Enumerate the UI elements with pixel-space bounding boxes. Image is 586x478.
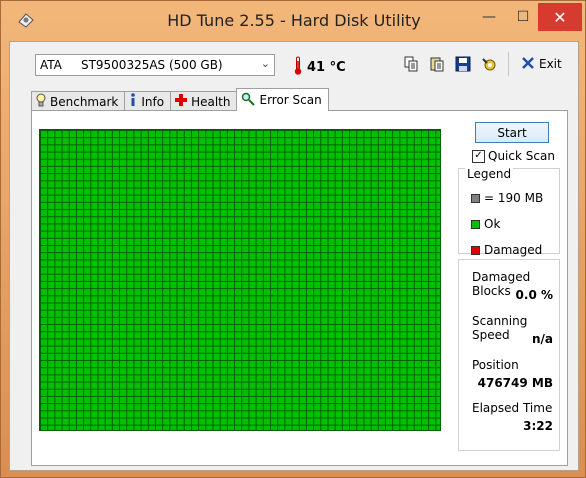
save-icon[interactable] — [452, 53, 474, 75]
tab-health-label: Health — [191, 94, 231, 109]
elapsed-time-value: 3:22 — [523, 419, 553, 433]
position-value: 476749 MB — [477, 376, 553, 390]
client-area: ATA ST9500325AS (500 GB) ⌄ 41 °C Exit Be… — [9, 41, 579, 471]
tab-info-label: Info — [141, 94, 165, 109]
elapsed-time-label: Elapsed Time — [472, 401, 553, 415]
magnifier-icon — [241, 92, 256, 109]
scan-block-map — [39, 129, 441, 431]
tab-health[interactable]: Health — [170, 91, 238, 111]
legend-item-block-size: = 190 MB — [471, 191, 543, 205]
tab-strip: Benchmark Info Health Error Scan — [31, 88, 329, 111]
position-label: Position — [472, 358, 519, 372]
options-icon[interactable] — [478, 53, 500, 75]
legend-title: Legend — [465, 167, 514, 181]
close-button[interactable]: ✕ — [538, 3, 582, 31]
maximize-button[interactable]: ☐ — [506, 3, 540, 31]
legend-item-damaged: Damaged — [471, 243, 542, 257]
drive-select[interactable]: ATA ST9500325AS (500 GB) ⌄ — [35, 54, 275, 76]
legend-item-label: = 190 MB — [484, 191, 544, 205]
tab-info[interactable]: Info — [124, 91, 172, 111]
red-swatch-icon — [471, 245, 480, 255]
legend-item-label: Damaged — [484, 243, 543, 257]
app-window: HD Tune 2.55 - Hard Disk Utility — ☐ ✕ A… — [0, 0, 586, 478]
scan-statistics: Damaged Blocks 0.0 % Scanning Speed n/a … — [458, 259, 560, 451]
title-bar[interactable]: HD Tune 2.55 - Hard Disk Utility — ☐ ✕ — [1, 1, 586, 41]
exit-button[interactable]: Exit — [517, 53, 566, 75]
quick-scan-label: Quick Scan — [488, 149, 555, 163]
error-scan-panel: Start ✓ Quick Scan Legend = 190 MB Ok Da… — [31, 110, 568, 466]
green-swatch-icon — [471, 219, 480, 229]
legend-item-label: Ok — [484, 217, 501, 231]
paste-icon[interactable] — [426, 53, 448, 75]
legend-group: Legend = 190 MB Ok Damaged — [458, 167, 560, 257]
temperature-value: 41 °C — [307, 60, 346, 75]
scanning-speed-value: n/a — [531, 332, 553, 346]
damaged-blocks-value: 0.0 % — [515, 288, 553, 302]
temperature-display: 41 °C — [293, 56, 346, 79]
legend-item-ok: Ok — [471, 217, 500, 231]
thermometer-icon — [293, 56, 303, 79]
exit-x-icon — [521, 56, 535, 73]
lightbulb-icon — [36, 93, 46, 110]
start-button[interactable]: Start — [475, 122, 549, 143]
quick-scan-checkbox[interactable]: ✓ Quick Scan — [472, 149, 555, 163]
info-icon — [129, 93, 137, 110]
checkbox-checked-icon[interactable]: ✓ — [472, 149, 485, 163]
gray-swatch-icon — [471, 193, 480, 203]
copy-icon[interactable] — [400, 53, 422, 75]
health-cross-icon — [175, 94, 188, 109]
tab-benchmark[interactable]: Benchmark — [31, 91, 126, 111]
exit-label: Exit — [539, 57, 562, 71]
tab-error-scan-label: Error Scan — [259, 93, 322, 107]
minimize-button[interactable]: — — [472, 3, 506, 31]
tab-benchmark-label: Benchmark — [50, 94, 119, 109]
drive-select-value: ATA ST9500325AS (500 GB) — [40, 58, 223, 72]
toolbar: Exit — [400, 52, 566, 76]
tab-error-scan[interactable]: Error Scan — [236, 88, 329, 111]
toolbar-separator — [508, 52, 509, 76]
chevron-down-icon[interactable]: ⌄ — [261, 57, 270, 70]
